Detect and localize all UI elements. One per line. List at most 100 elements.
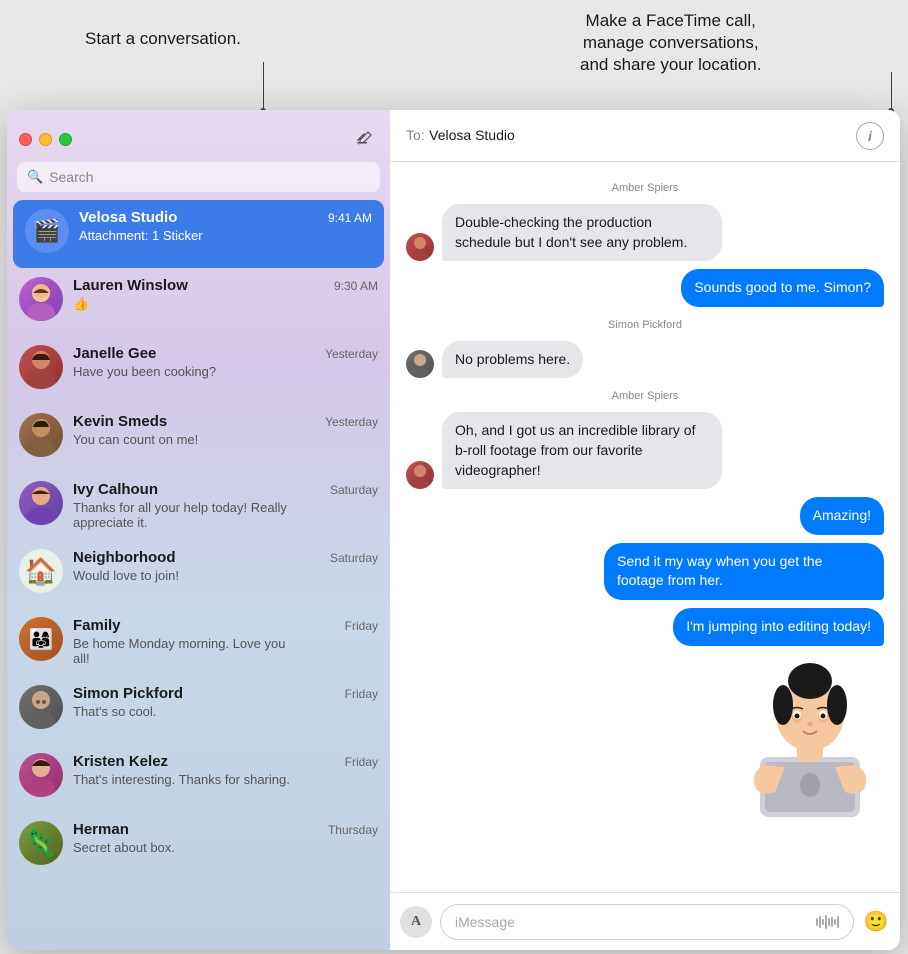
bubble-5: Amazing! bbox=[800, 497, 884, 535]
avatar-family: 👨‍👩‍👧 bbox=[19, 617, 63, 661]
appstore-icon: A bbox=[411, 914, 421, 930]
conv-name-kevin: Kevin Smeds bbox=[73, 413, 167, 430]
conv-top-lauren: Lauren Winslow 9:30 AM bbox=[73, 277, 378, 294]
conv-top-kevin: Kevin Smeds Yesterday bbox=[73, 413, 378, 430]
conv-preview-lauren: 👍 bbox=[73, 296, 303, 312]
chat-area: To: Velosa Studio i Amber Spiers Double-… bbox=[390, 110, 900, 950]
conv-top-velosa: Velosa Studio 9:41 AM bbox=[79, 209, 372, 226]
conv-time-ivy: Saturday bbox=[330, 483, 378, 497]
chat-input-bar: A iMessage 🙂 bbox=[390, 892, 900, 950]
avatar-janelle bbox=[19, 345, 63, 389]
sender-label-amber-2: Amber Spiers bbox=[406, 390, 884, 402]
conv-top-neighborhood: Neighborhood Saturday bbox=[73, 549, 378, 566]
msg-avatar-amber-2 bbox=[406, 461, 434, 489]
conversation-item-family[interactable]: 👨‍👩‍👧 Family Friday Be home Monday morni… bbox=[7, 608, 390, 676]
conv-preview-velosa: Attachment: 1 Sticker bbox=[79, 228, 309, 243]
search-icon: 🔍 bbox=[27, 169, 43, 185]
chat-messages: Amber Spiers Double-checking the product… bbox=[390, 162, 900, 892]
avatar-svg-kevin bbox=[19, 413, 63, 457]
avatar-svg-ivy bbox=[19, 481, 63, 525]
conv-content-kristen: Kristen Kelez Friday That's interesting.… bbox=[73, 753, 378, 787]
conv-content-kevin: Kevin Smeds Yesterday You can count on m… bbox=[73, 413, 378, 447]
conversation-item-lauren[interactable]: Lauren Winslow 9:30 AM 👍 bbox=[7, 268, 390, 336]
bubble-3: No problems here. bbox=[442, 341, 583, 379]
sender-label-simon: Simon Pickford bbox=[406, 319, 884, 331]
compose-button[interactable] bbox=[350, 125, 378, 153]
conversation-item-herman[interactable]: 🦎 Herman Thursday Secret about box. bbox=[7, 812, 390, 880]
traffic-lights bbox=[19, 133, 72, 146]
conv-preview-herman: Secret about box. bbox=[73, 840, 303, 855]
waveform-icon bbox=[816, 915, 839, 929]
conv-top-janelle: Janelle Gee Yesterday bbox=[73, 345, 378, 362]
conv-time-neighborhood: Saturday bbox=[330, 551, 378, 565]
conv-content-velosa: Velosa Studio 9:41 AM Attachment: 1 Stic… bbox=[79, 209, 372, 243]
search-bar[interactable]: 🔍 Search bbox=[17, 162, 380, 192]
input-placeholder: iMessage bbox=[455, 914, 515, 930]
emoji-button[interactable]: 🙂 bbox=[862, 908, 890, 936]
conv-top-family: Family Friday bbox=[73, 617, 378, 634]
avatar-svg-simon-msg bbox=[406, 350, 434, 378]
conv-top-kristen: Kristen Kelez Friday bbox=[73, 753, 378, 770]
avatar-simon bbox=[19, 685, 63, 729]
chat-to-label: To: bbox=[406, 127, 425, 143]
conv-preview-ivy: Thanks for all your help today! Really a… bbox=[73, 500, 303, 530]
conv-name-simon: Simon Pickford bbox=[73, 685, 183, 702]
message-row-6: Send it my way when you get the footage … bbox=[406, 543, 884, 600]
conv-preview-family: Be home Monday morning. Love you all! bbox=[73, 636, 303, 666]
conv-time-janelle: Yesterday bbox=[325, 347, 378, 361]
message-row-5: Amazing! bbox=[406, 497, 884, 535]
search-placeholder: Search bbox=[49, 169, 93, 185]
callout-start-conversation: Start a conversation. bbox=[85, 28, 241, 50]
msg-avatar-amber bbox=[406, 233, 434, 261]
memoji-figure bbox=[735, 627, 885, 817]
conv-preview-kevin: You can count on me! bbox=[73, 432, 303, 447]
maximize-button[interactable] bbox=[59, 133, 72, 146]
conversation-item-kristen[interactable]: Kristen Kelez Friday That's interesting.… bbox=[7, 744, 390, 812]
callout-line-start bbox=[263, 62, 264, 110]
conv-content-simon: Simon Pickford Friday That's so cool. bbox=[73, 685, 378, 719]
callout-facetime: Make a FaceTime call,manage conversation… bbox=[580, 10, 761, 76]
avatar-svg-simon bbox=[19, 685, 63, 729]
close-button[interactable] bbox=[19, 133, 32, 146]
bubble-1: Double-checking the production schedule … bbox=[442, 204, 722, 261]
message-input[interactable]: iMessage bbox=[440, 904, 854, 940]
conversation-item-velosa[interactable]: 🎬 Velosa Studio 9:41 AM Attachment: 1 St… bbox=[13, 200, 384, 268]
conv-preview-janelle: Have you been cooking? bbox=[73, 364, 303, 379]
conversation-item-ivy[interactable]: Ivy Calhoun Saturday Thanks for all your… bbox=[7, 472, 390, 540]
sidebar-header bbox=[7, 110, 390, 162]
avatar-kristen bbox=[19, 753, 63, 797]
conversation-list: 🎬 Velosa Studio 9:41 AM Attachment: 1 St… bbox=[7, 200, 390, 950]
chat-header: To: Velosa Studio i bbox=[390, 110, 900, 162]
conv-name-herman: Herman bbox=[73, 821, 129, 838]
minimize-button[interactable] bbox=[39, 133, 52, 146]
conversation-item-janelle[interactable]: Janelle Gee Yesterday Have you been cook… bbox=[7, 336, 390, 404]
conv-name-kristen: Kristen Kelez bbox=[73, 753, 168, 770]
memoji-container bbox=[730, 617, 890, 817]
avatar-svg-amber bbox=[406, 233, 434, 261]
avatar-kevin bbox=[19, 413, 63, 457]
sidebar: 🔍 Search 🎬 Velosa Studio 9:41 AM Attachm… bbox=[7, 110, 390, 950]
conv-content-ivy: Ivy Calhoun Saturday Thanks for all your… bbox=[73, 481, 378, 530]
conversation-item-simon[interactable]: Simon Pickford Friday That's so cool. bbox=[7, 676, 390, 744]
bubble-2: Sounds good to me. Simon? bbox=[681, 269, 884, 307]
compose-icon bbox=[355, 130, 373, 148]
conv-top-herman: Herman Thursday bbox=[73, 821, 378, 838]
chat-to-row: To: Velosa Studio bbox=[406, 127, 515, 145]
avatar-ivy bbox=[19, 481, 63, 525]
conv-content-neighborhood: Neighborhood Saturday Would love to join… bbox=[73, 549, 378, 583]
avatar-svg-kristen bbox=[19, 753, 63, 797]
avatar-herman: 🦎 bbox=[19, 821, 63, 865]
conv-content-lauren: Lauren Winslow 9:30 AM 👍 bbox=[73, 277, 378, 312]
conv-time-simon: Friday bbox=[345, 687, 378, 701]
app-window: 🔍 Search 🎬 Velosa Studio 9:41 AM Attachm… bbox=[7, 110, 900, 950]
info-button[interactable]: i bbox=[856, 122, 884, 150]
avatar-svg-janelle bbox=[19, 345, 63, 389]
conversation-item-kevin[interactable]: Kevin Smeds Yesterday You can count on m… bbox=[7, 404, 390, 472]
conv-time-kevin: Yesterday bbox=[325, 415, 378, 429]
callout-line-facetime bbox=[891, 72, 892, 110]
conv-preview-simon: That's so cool. bbox=[73, 704, 303, 719]
appstore-button[interactable]: A bbox=[400, 906, 432, 938]
conversation-item-neighborhood[interactable]: 🏠 Neighborhood Saturday Would love to jo… bbox=[7, 540, 390, 608]
conv-content-family: Family Friday Be home Monday morning. Lo… bbox=[73, 617, 378, 666]
conv-name-family: Family bbox=[73, 617, 121, 634]
